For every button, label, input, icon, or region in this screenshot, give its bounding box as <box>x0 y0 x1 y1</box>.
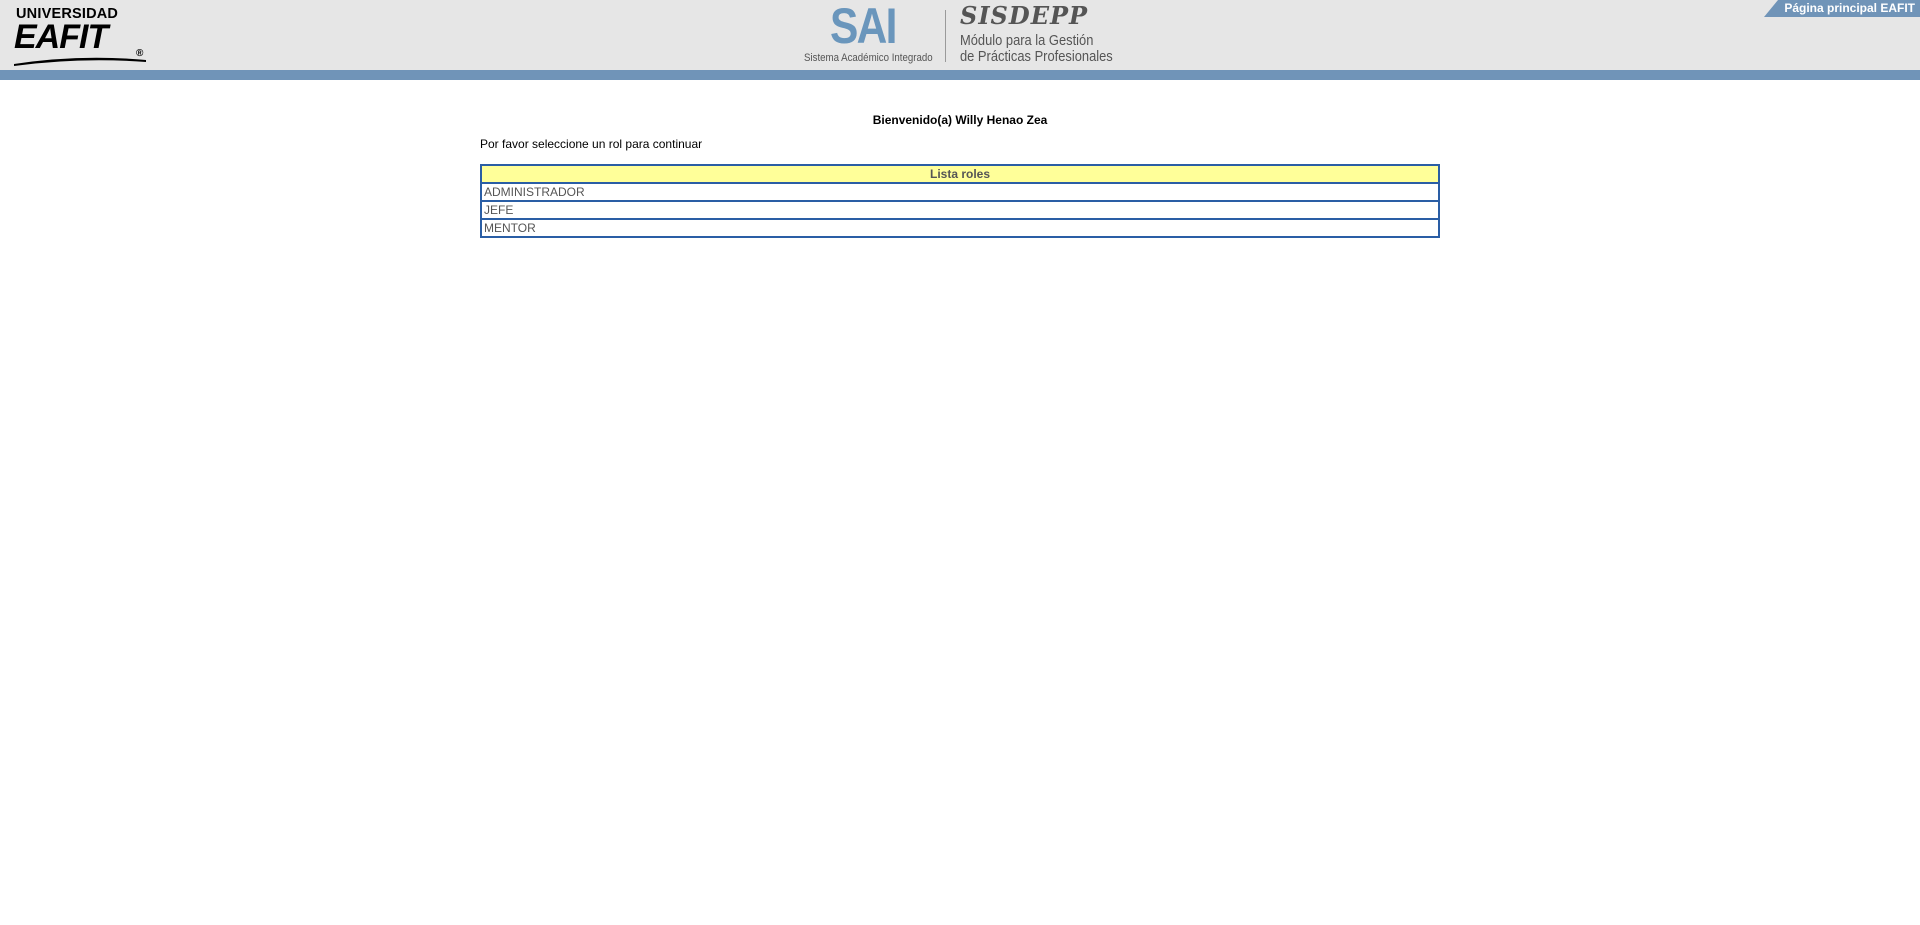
role-mentor[interactable]: MENTOR <box>480 218 1440 238</box>
logo-divider <box>945 10 946 62</box>
roles-table: Lista roles ADMINISTRADOR JEFE MENTOR <box>480 164 1440 238</box>
sisdepp-logo-brand: SISDEPP <box>960 1 1089 30</box>
sai-logo-subtitle: Sistema Académico Integrado <box>804 52 933 64</box>
roles-table-header-row: Lista roles <box>480 164 1440 184</box>
main-content: Bienvenido(a) Willy Henao Zea Por favor … <box>480 110 1440 238</box>
sai-logo: SAI Sistema Académico Integrado <box>800 0 940 68</box>
role-instruction: Por favor seleccione un rol para continu… <box>480 137 703 151</box>
sisdepp-logo: SISDEPP Módulo para la Gestión de Prácti… <box>958 2 1128 68</box>
table-row[interactable]: ADMINISTRADOR <box>480 182 1440 202</box>
eafit-swoosh-icon <box>14 57 146 66</box>
table-row[interactable]: MENTOR <box>480 218 1440 238</box>
sisdepp-logo-line1: Módulo para la Gestión <box>960 32 1094 49</box>
eafit-logo: UNIVERSIDAD EAFIT ® <box>14 6 150 66</box>
roles-table-header: Lista roles <box>480 164 1440 184</box>
role-jefe[interactable]: JEFE <box>480 200 1440 220</box>
sai-logo-title: SAI <box>830 0 897 54</box>
table-row[interactable]: JEFE <box>480 200 1440 220</box>
welcome-message: Bienvenido(a) Willy Henao Zea <box>872 113 1048 127</box>
role-administrador[interactable]: ADMINISTRADOR <box>480 182 1440 202</box>
header-band <box>0 70 1920 80</box>
eafit-logo-name: EAFIT <box>14 18 108 56</box>
sisdepp-logo-line2: de Prácticas Profesionales <box>960 48 1113 65</box>
page-header: UNIVERSIDAD EAFIT ® SAI Sistema Académic… <box>0 0 1920 70</box>
home-page-link[interactable]: Página principal EAFIT <box>1764 0 1920 17</box>
